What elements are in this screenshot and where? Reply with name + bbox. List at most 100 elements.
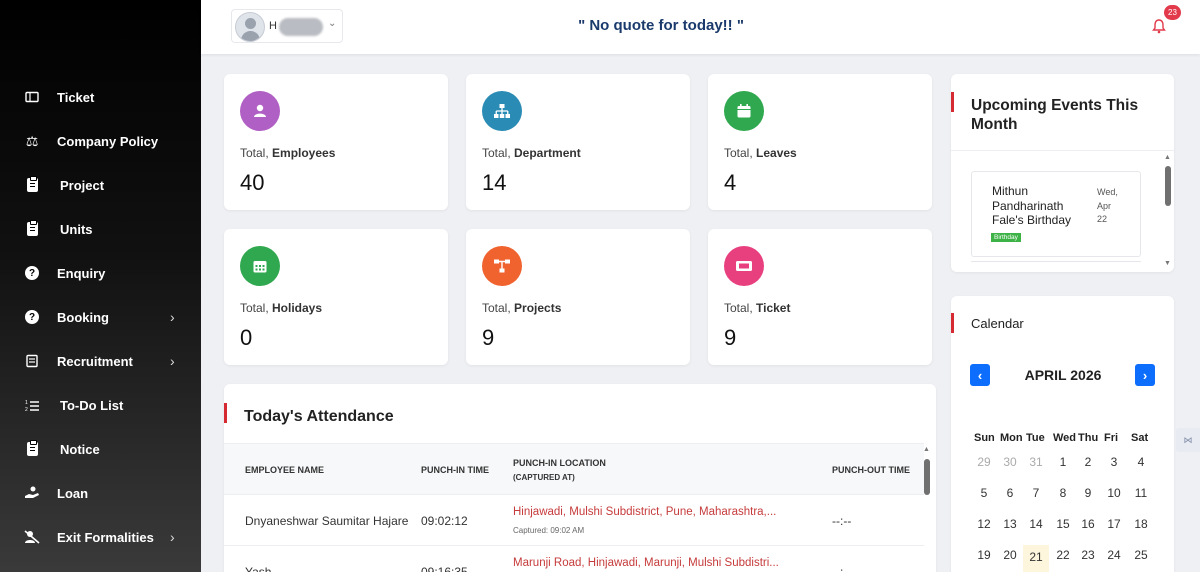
stat-card-ticket[interactable]: Total, Ticket 9: [708, 229, 932, 365]
sidebar-item-exit-formalities[interactable]: Exit Formalities ›: [0, 517, 201, 557]
calendar-day[interactable]: 3: [1101, 455, 1127, 469]
attendance-scrollbar[interactable]: ▲: [923, 446, 931, 572]
sidebar-item-to-do-list[interactable]: 1 2 To-Do List: [0, 385, 201, 425]
calendar-icon: [724, 91, 764, 131]
sidebar-item-label: Ticket: [57, 89, 95, 105]
calendar-day[interactable]: 4: [1128, 455, 1154, 469]
scroll-up-icon[interactable]: ▲: [1164, 154, 1171, 161]
stat-value: 0: [240, 325, 253, 350]
calendar-day[interactable]: 21: [1023, 545, 1049, 572]
list-icon: 12: [24, 397, 40, 413]
calendar-day[interactable]: 23: [1075, 548, 1101, 562]
scroll-up-icon[interactable]: ▲: [923, 446, 930, 453]
sidebar-item-ticket[interactable]: Ticket: [0, 77, 201, 117]
sidebar-item-label: Recruitment: [57, 353, 133, 369]
calendar-day[interactable]: 20: [997, 548, 1023, 562]
calendar-day[interactable]: 15: [1050, 517, 1076, 531]
sidebar-item-label: Units: [60, 221, 93, 237]
event-divider: [971, 261, 1141, 262]
stat-value: 14: [482, 170, 507, 195]
calendar-day[interactable]: 1: [1050, 455, 1076, 469]
calendar-day[interactable]: 9: [1075, 486, 1101, 500]
stat-label: Total, Employees: [240, 146, 336, 160]
punch-in-location: Hinjawadi, Mulshi Subdistrict, Pune, Mah…: [513, 506, 777, 518]
calendar-day[interactable]: 22: [1050, 548, 1076, 562]
calendar-day[interactable]: 2: [1075, 455, 1101, 469]
sidebar-item-enquiry[interactable]: ? Enquiry: [0, 253, 201, 293]
recruitment-icon: [24, 353, 40, 369]
section-accent: [951, 92, 954, 112]
calendar-day[interactable]: 25: [1128, 548, 1154, 562]
exit-icon: [24, 529, 40, 545]
col-punch-in: PUNCH-IN TIME: [421, 465, 489, 475]
calendar-day[interactable]: 24: [1101, 548, 1127, 562]
sidebar-item-label: To-Do List: [60, 397, 124, 413]
scroll-down-icon[interactable]: ▼: [1164, 260, 1171, 267]
chevron-right-icon: ›: [170, 309, 175, 325]
sidebar-item-label: Loan: [57, 485, 89, 501]
calendar-day[interactable]: 5: [971, 486, 997, 500]
punch-in-location: Marunji Road, Hinjawadi, Marunji, Mulshi…: [513, 557, 779, 569]
attendance-header-row: [224, 443, 924, 495]
stat-value: 9: [724, 325, 737, 350]
table-row[interactable]: Yash 09:16:35 Marunji Road, Hinjawadi, Mar…: [224, 546, 924, 572]
section-accent: [224, 403, 227, 423]
calendar-day[interactable]: 10: [1101, 486, 1127, 500]
calendar-card: Calendar ‹ APRIL 2026 › Sun Mon Tue Wed Thu F…: [951, 296, 1174, 572]
calendar-weekday: Tue: [1026, 432, 1045, 444]
col-employee-name: EMPLOYEE NAME: [245, 465, 325, 475]
clipboard-icon: [24, 176, 40, 193]
sidebar-item-loan[interactable]: Loan: [0, 473, 201, 513]
events-title: Upcoming Events This Month: [971, 97, 1139, 133]
calendar-day[interactable]: 7: [1023, 486, 1049, 500]
calendar-day[interactable]: 31: [1023, 455, 1049, 469]
calendar-day[interactable]: 16: [1075, 517, 1101, 531]
ticket-icon: [24, 89, 40, 105]
svg-text:1: 1: [25, 400, 28, 406]
calendar-day[interactable]: 12: [971, 517, 997, 531]
calendar-day[interactable]: 14: [1023, 517, 1049, 531]
scrollbar-thumb[interactable]: [924, 459, 930, 495]
sidebar-item-units[interactable]: Units: [0, 209, 201, 249]
calendar-day[interactable]: 8: [1050, 486, 1076, 500]
calendar-day[interactable]: 13: [997, 517, 1023, 531]
calendar-day[interactable]: 19: [971, 548, 997, 562]
sidebar-item-label: Exit Formalities: [57, 529, 154, 545]
calendar-day[interactable]: 18: [1128, 517, 1154, 531]
question-icon: ?: [24, 265, 40, 281]
sidebar-item-label: Project: [60, 177, 105, 193]
stat-card-employees[interactable]: Total, Employees 40: [224, 74, 448, 210]
employee-name: Yash: [245, 565, 272, 572]
scrollbar-thumb[interactable]: [1165, 166, 1171, 206]
events-scrollbar[interactable]: ▲ ▼: [1163, 154, 1173, 269]
calendar-day[interactable]: 11: [1128, 486, 1154, 500]
col-location: PUNCH-IN LOCATION: [513, 458, 606, 468]
side-tab-icon[interactable]: ⋈: [1176, 428, 1200, 452]
sidebar-item-booking[interactable]: ? Booking ›: [0, 297, 201, 337]
sidebar-item-company-policy[interactable]: ⚖ Company Policy: [0, 121, 201, 161]
stat-card-projects[interactable]: Total, Projects 9: [466, 229, 690, 365]
calendar-day[interactable]: 6: [997, 486, 1023, 500]
section-accent: [951, 313, 954, 333]
calendar-next-button[interactable]: ›: [1135, 364, 1155, 386]
stat-label: Total, Leaves: [724, 146, 797, 160]
calendar-day[interactable]: 29: [971, 455, 997, 469]
calendar-day[interactable]: 30: [997, 455, 1023, 469]
stat-value: 40: [240, 170, 265, 195]
stat-card-holidays[interactable]: Total, Holidays 0: [224, 229, 448, 365]
sidebar-item-recruitment[interactable]: Recruitment ›: [0, 341, 201, 381]
bell-icon[interactable]: [1152, 18, 1166, 34]
clipboard-icon: [24, 440, 40, 457]
calendar-day[interactable]: 17: [1101, 517, 1127, 531]
table-row[interactable]: Dnyaneshwar Saumitar Hajare 09:02:12 Hinja…: [224, 495, 924, 546]
stat-card-department[interactable]: Total, Department 14: [466, 74, 690, 210]
sidebar-item-project[interactable]: Project: [0, 165, 201, 205]
punch-out-time: --:--: [832, 514, 852, 528]
event-badge: Birthday: [991, 233, 1021, 242]
stat-card-leaves[interactable]: Total, Leaves 4: [708, 74, 932, 210]
top-header: H ⌄ " No quote for today!! " 23: [201, 0, 1200, 54]
event-item[interactable]: Mithun Pandharinath Fale's Birthday Wed,…: [971, 171, 1141, 257]
sidebar-item-notice[interactable]: Notice: [0, 429, 201, 469]
calendar-weekday: Sun: [974, 432, 995, 444]
calendar-weekday: Sat: [1131, 432, 1149, 444]
